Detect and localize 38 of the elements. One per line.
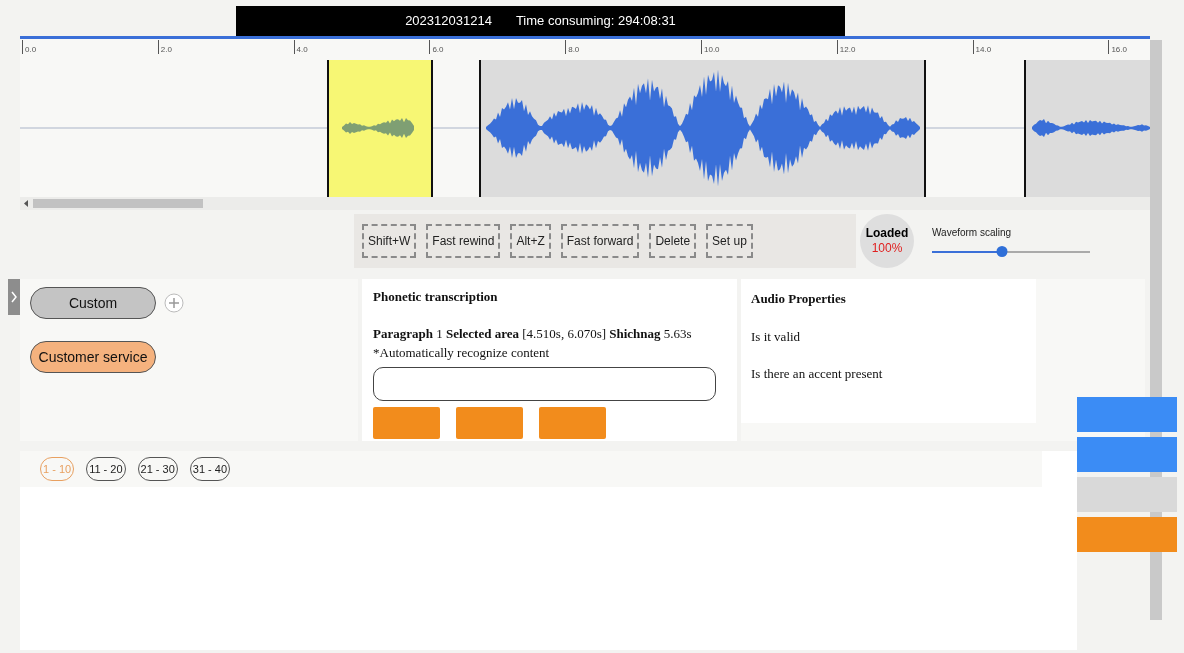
loaded-value: 100% — [871, 241, 903, 256]
toolbar-button[interactable]: Delete — [649, 224, 697, 258]
property-label: Is it valid — [751, 327, 802, 346]
action-button[interactable] — [373, 406, 440, 439]
toolbar-button[interactable]: Set up — [706, 224, 753, 258]
segment-info: Paragraph 1 Selected area [4.510s, 6.070s] Shichnag 5.63s — [373, 324, 693, 343]
loaded-label: Loaded — [865, 226, 909, 241]
scaling-label: Waveform scaling — [932, 225, 1013, 240]
toolbar-button[interactable]: Shift+W — [362, 224, 417, 258]
ruler-label: 0.0 — [22, 40, 37, 54]
ruler-label: 6.0 — [429, 40, 444, 54]
ruler-label: 8.0 — [565, 40, 580, 54]
action-button[interactable] — [539, 406, 606, 439]
note-text: *Automatically recognize content — [373, 344, 551, 362]
toolbar-button[interactable]: Fast forward — [560, 224, 640, 258]
ruler-label: 4.0 — [293, 40, 308, 54]
sidebar-toggle[interactable] — [8, 279, 20, 315]
action-button[interactable] — [456, 406, 523, 439]
toolbar-button[interactable]: Alt+Z — [510, 224, 551, 258]
property-label: Is there an accent present — [751, 365, 884, 383]
add-icon[interactable] — [164, 293, 184, 313]
ruler-label: 12.0 — [836, 40, 856, 54]
tag-pill[interactable]: Customer service — [30, 341, 156, 373]
panel-title: Audio Properties — [751, 290, 847, 308]
scaling-slider[interactable] — [932, 245, 1090, 258]
time-consuming: Time consuming: 294:08:31 — [515, 12, 676, 31]
chevron-right-icon — [11, 291, 17, 303]
recording-id: 202312031214 — [405, 12, 492, 31]
panel-title: Phonetic transcription — [373, 288, 499, 306]
ruler-label: 16.0 — [1108, 40, 1127, 54]
ruler-label: 10.0 — [701, 40, 720, 54]
ruler-label: 14.0 — [972, 40, 992, 54]
ruler-label: 2.0 — [157, 40, 172, 54]
transcription-field[interactable] — [373, 366, 716, 401]
horizontal-scrollbar[interactable] — [20, 197, 1150, 210]
scroll-left-icon[interactable] — [24, 200, 29, 207]
tag-pill[interactable]: Custom — [30, 287, 156, 319]
toolbar-button[interactable]: Fast rewind — [426, 224, 501, 258]
